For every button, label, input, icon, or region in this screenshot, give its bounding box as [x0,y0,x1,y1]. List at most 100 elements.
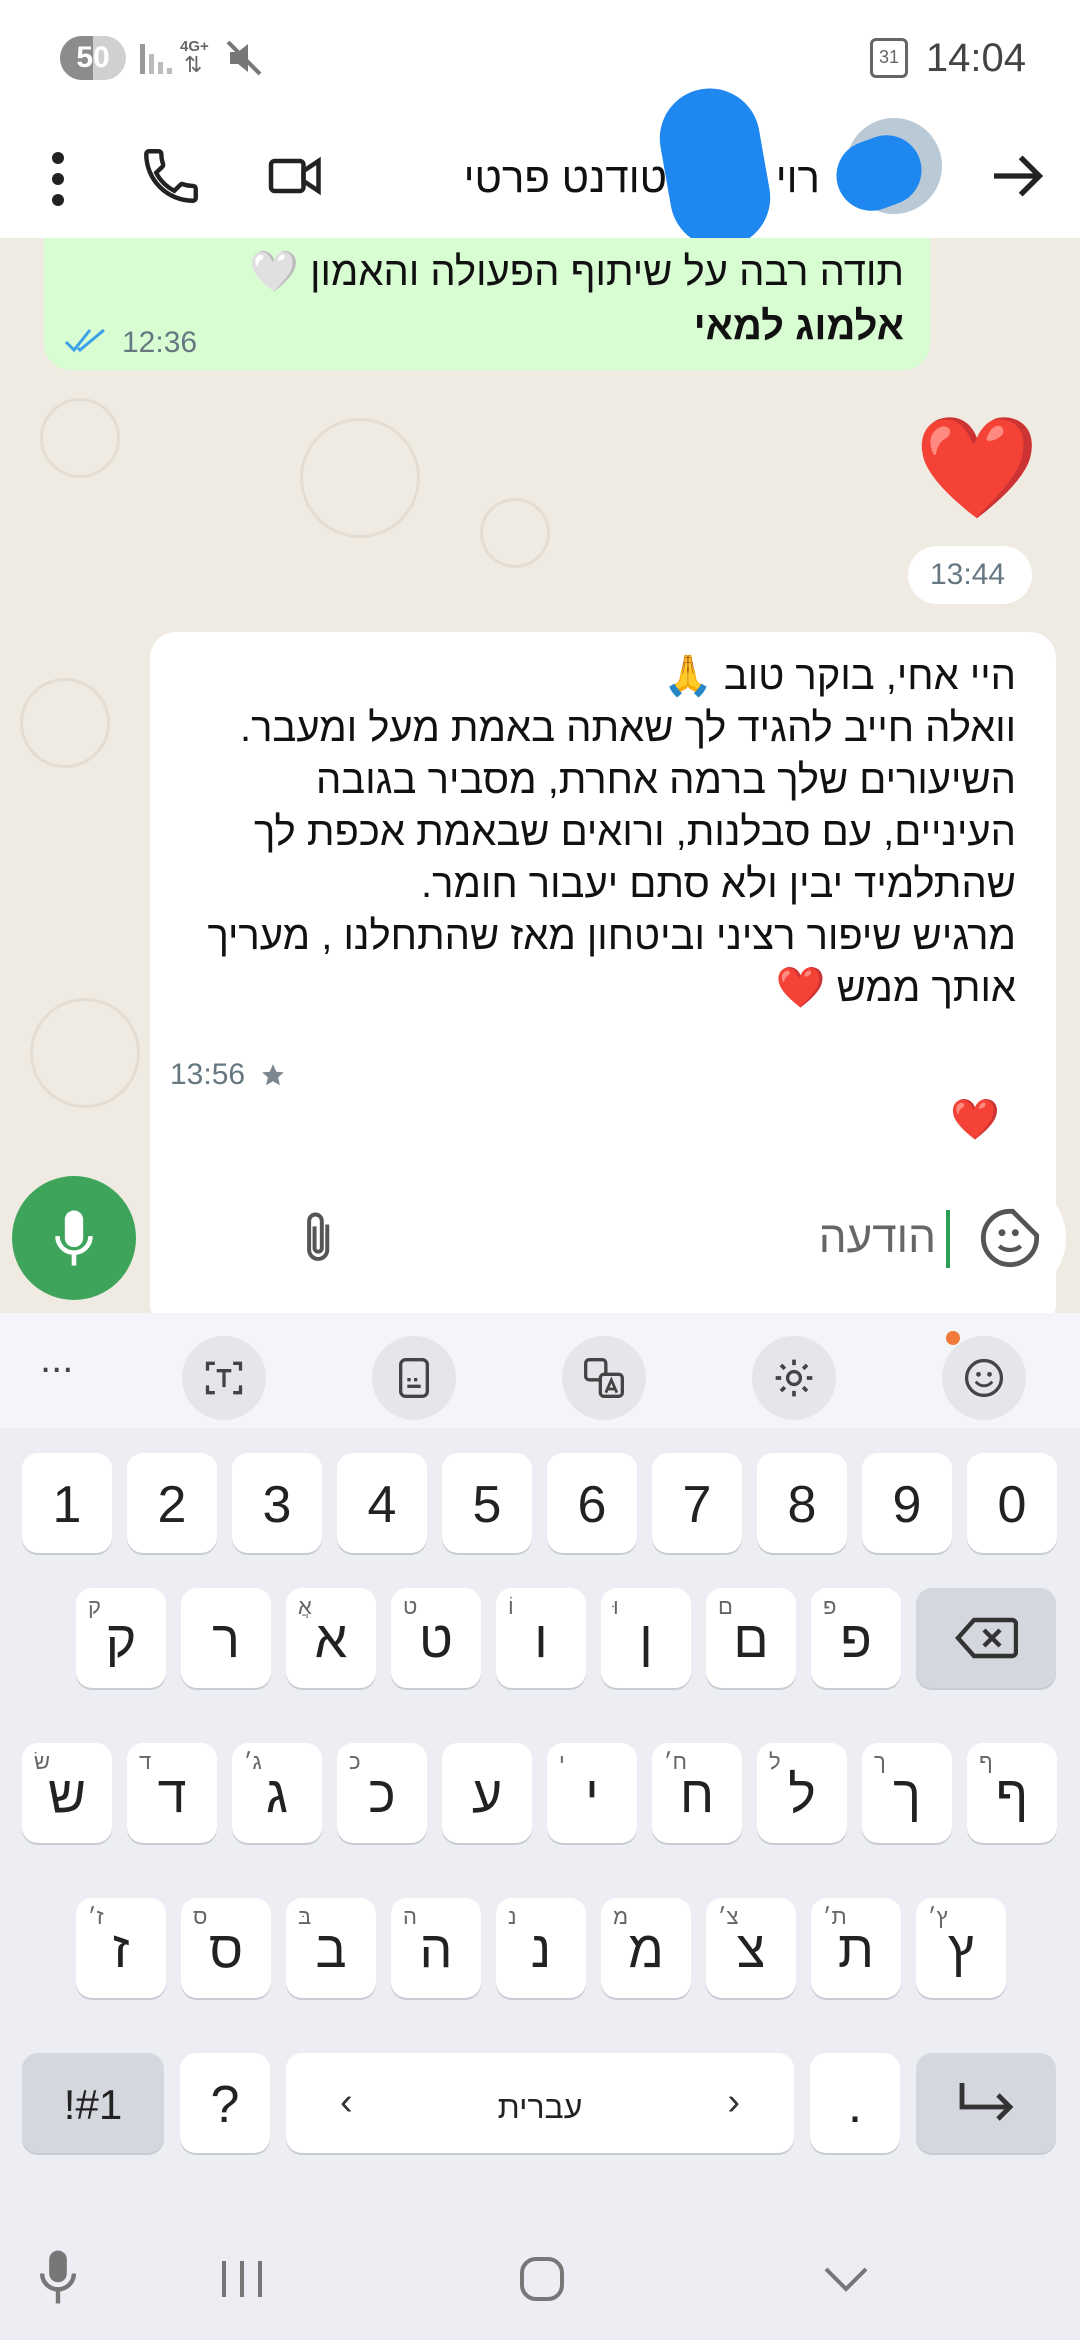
key-letter[interactable]: סס [181,1898,271,1998]
battery-level: 50 [76,41,110,74]
space-key[interactable]: ‹ עברית › [286,2053,794,2153]
home-icon[interactable] [518,2255,566,2303]
symbols-key[interactable]: !#1 [22,2053,164,2153]
backspace-key[interactable] [916,1588,1056,1688]
message-text: תודה רבה על שיתוף הפעולה והאמון 🤍 [249,250,904,294]
hide-keyboard-icon[interactable] [822,2263,870,2295]
key-number[interactable]: 7 [652,1453,742,1553]
clock: 14:04 [925,36,1026,80]
message-text-line: אותך ממש ❤️ [775,966,1016,1010]
more-options-icon[interactable] [30,144,86,214]
key-label: ל [788,1766,816,1824]
key-label: ם [733,1611,769,1669]
key-label: 4 [367,1476,397,1534]
key-letter[interactable]: וּ ן [601,1588,691,1688]
key-letter[interactable]: םם [706,1588,796,1688]
key-letter[interactable]: ממ [601,1898,691,1998]
key-letter[interactable]: לל [757,1743,847,1843]
key-number[interactable]: 8 [757,1453,847,1553]
key-number[interactable]: 5 [442,1453,532,1553]
key-letter[interactable]: פפ [811,1588,901,1688]
clipboard-icon [399,1358,429,1398]
key-number[interactable]: 4 [337,1453,427,1553]
key-letter[interactable]: ע [442,1743,532,1843]
backspace-icon [955,1617,1018,1659]
message-text-line: מרגיש שיפור רציני וביטחון מאז שהתחלנו , … [207,914,1016,958]
key-letter[interactable]: בּ ב [286,1898,376,1998]
key-label: ך [893,1766,921,1824]
key-label: ן [639,1611,653,1669]
key-label: א [314,1611,348,1669]
key-number[interactable]: 0 [967,1453,1057,1553]
key-letter[interactable]: ג׳ ג [232,1743,322,1843]
message-time: 13:44 [930,558,1006,591]
heart-emoji-message[interactable]: ❤️ [912,408,1042,528]
key-letter[interactable]: ץ׳ ץ [916,1898,1006,1998]
key-letter[interactable]: דד [127,1743,217,1843]
enter-icon [959,2083,1014,2121]
keyboard-settings-tool[interactable] [752,1336,836,1420]
language-label: עברית [497,2089,583,2125]
key-letter[interactable]: ז׳ ז [76,1898,166,1998]
emoji-message-time-chip: 13:44 [908,546,1032,604]
key-letter[interactable]: ח׳ ח [652,1743,742,1843]
key-label: כ [368,1766,396,1824]
key-letter[interactable]: ננ [496,1898,586,1998]
emoji-tool[interactable] [942,1336,1026,1420]
key-letter[interactable]: צ׳ צ [706,1898,796,1998]
attach-icon[interactable] [298,1210,342,1268]
key-label: צ [736,1921,766,1979]
text-cursor-icon [205,1361,243,1395]
key-letter[interactable]: אֲ א [286,1588,376,1688]
recent-apps-icon[interactable] [218,2257,266,2301]
key-number[interactable]: 3 [232,1453,322,1553]
outgoing-message-bubble[interactable]: תודה רבה על שיתוף הפעולה והאמון 🤍 אלמוג … [44,238,930,370]
chat-header: רוי ריזן סטודנט פרטי [0,80,1080,256]
key-letter[interactable]: ככ [337,1743,427,1843]
question-key[interactable]: ? [180,2053,270,2153]
message-list[interactable]: תודה רבה על שיתוף הפעולה והאמון 🤍 אלמוג … [0,238,1080,1313]
translate-tool[interactable] [562,1336,646,1420]
message-input[interactable] [516,1204,936,1272]
mute-icon [226,40,262,76]
key-letter[interactable]: טט [391,1588,481,1688]
period-key[interactable]: . [810,2053,900,2153]
navigation-bar [0,2217,1080,2340]
key-letter[interactable]: שׂ ש [22,1743,112,1843]
key-letter[interactable]: קק [76,1588,166,1688]
translate-icon [584,1358,624,1398]
message-reaction[interactable]: ❤️ [936,1086,1014,1154]
key-number[interactable]: 6 [547,1453,637,1553]
key-letter[interactable]: ר [181,1588,271,1688]
key-letter[interactable]: וֹ ו [496,1588,586,1688]
key-label: ? [210,2076,240,2134]
key-letter[interactable]: הה [391,1898,481,1998]
key-number[interactable]: 2 [127,1453,217,1553]
keyboard-voice-input-icon[interactable] [36,2247,80,2307]
message-text-line: היי אחי, בוקר טוב 🙏 [662,654,1016,698]
key-label: ד [157,1766,187,1824]
wallpaper-doodle [480,498,550,568]
clipboard-tool[interactable] [372,1336,456,1420]
notification-dot [946,1331,960,1345]
voice-record-button[interactable] [12,1176,136,1300]
key-number[interactable]: 9 [862,1453,952,1553]
enter-key[interactable] [916,2053,1056,2153]
space-right-arrow[interactable]: › [727,2081,740,2124]
text-caret [946,1210,950,1268]
microphone-icon [55,1210,93,1266]
text-edit-tool[interactable] [182,1336,266,1420]
key-label: ט [419,1611,453,1669]
sticker-icon[interactable] [978,1206,1042,1270]
key-label: ץ [947,1921,975,1979]
key-label: ח [679,1766,715,1824]
back-arrow-icon[interactable] [986,144,1050,208]
key-number[interactable]: 1 [22,1453,112,1553]
key-letter[interactable]: יי [547,1743,637,1843]
key-letter[interactable]: ךך [862,1743,952,1843]
key-letter[interactable]: ףף [967,1743,1057,1843]
key-label: !#1 [63,2081,123,2128]
key-letter[interactable]: ת׳ ת [811,1898,901,1998]
voice-call-icon[interactable] [138,140,204,212]
toolbar-more-button[interactable]: ... [40,1337,73,1382]
